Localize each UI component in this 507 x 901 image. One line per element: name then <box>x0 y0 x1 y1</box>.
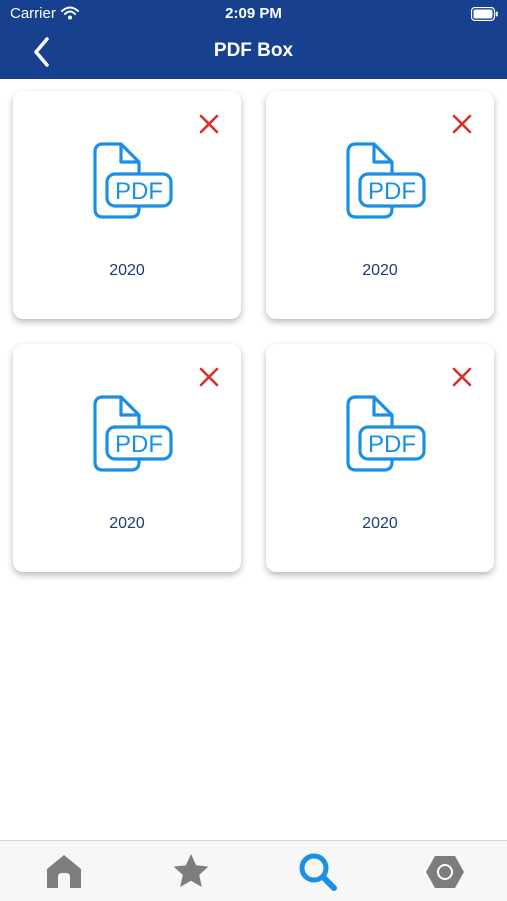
star-icon <box>173 854 209 887</box>
document-year: 2020 <box>109 515 145 532</box>
status-bar: Carrier 2:09 PM <box>0 0 507 28</box>
document-year: 2020 <box>109 262 145 279</box>
page-title: PDF Box <box>213 40 294 61</box>
status-time: 2:09 PM <box>225 5 282 22</box>
tab-search[interactable] <box>296 850 340 894</box>
delete-icon[interactable] <box>197 112 221 136</box>
pdf-card[interactable]: PDF 2020 <box>13 344 241 572</box>
pdf-card[interactable]: PDF 2020 <box>266 344 494 572</box>
battery-icon <box>471 7 498 21</box>
tab-bar <box>0 840 507 901</box>
hexagon-settings-icon <box>426 856 464 888</box>
home-icon <box>47 855 81 888</box>
document-year: 2020 <box>362 515 398 532</box>
pdf-file-icon: PDF <box>93 142 173 219</box>
svg-text:PDF: PDF <box>115 178 163 205</box>
navigation-bar: PDF Box <box>0 28 507 79</box>
app-header: Carrier 2:09 PM PDF Box <box>0 0 507 79</box>
delete-icon[interactable] <box>450 112 474 136</box>
pdf-card[interactable]: PDF 2020 <box>266 91 494 319</box>
tab-home[interactable] <box>42 850 86 894</box>
search-icon <box>299 853 337 891</box>
pdf-file-icon: PDF <box>346 395 426 472</box>
svg-text:PDF: PDF <box>368 431 416 458</box>
svg-text:PDF: PDF <box>368 178 416 205</box>
pdf-file-icon: PDF <box>346 142 426 219</box>
tab-favorites[interactable] <box>169 850 213 894</box>
tab-settings[interactable] <box>423 850 467 894</box>
pdf-card[interactable]: PDF 2020 <box>13 91 241 319</box>
pdf-file-icon: PDF <box>93 395 173 472</box>
document-year: 2020 <box>362 262 398 279</box>
svg-text:PDF: PDF <box>115 431 163 458</box>
delete-icon[interactable] <box>197 365 221 389</box>
delete-icon[interactable] <box>450 365 474 389</box>
